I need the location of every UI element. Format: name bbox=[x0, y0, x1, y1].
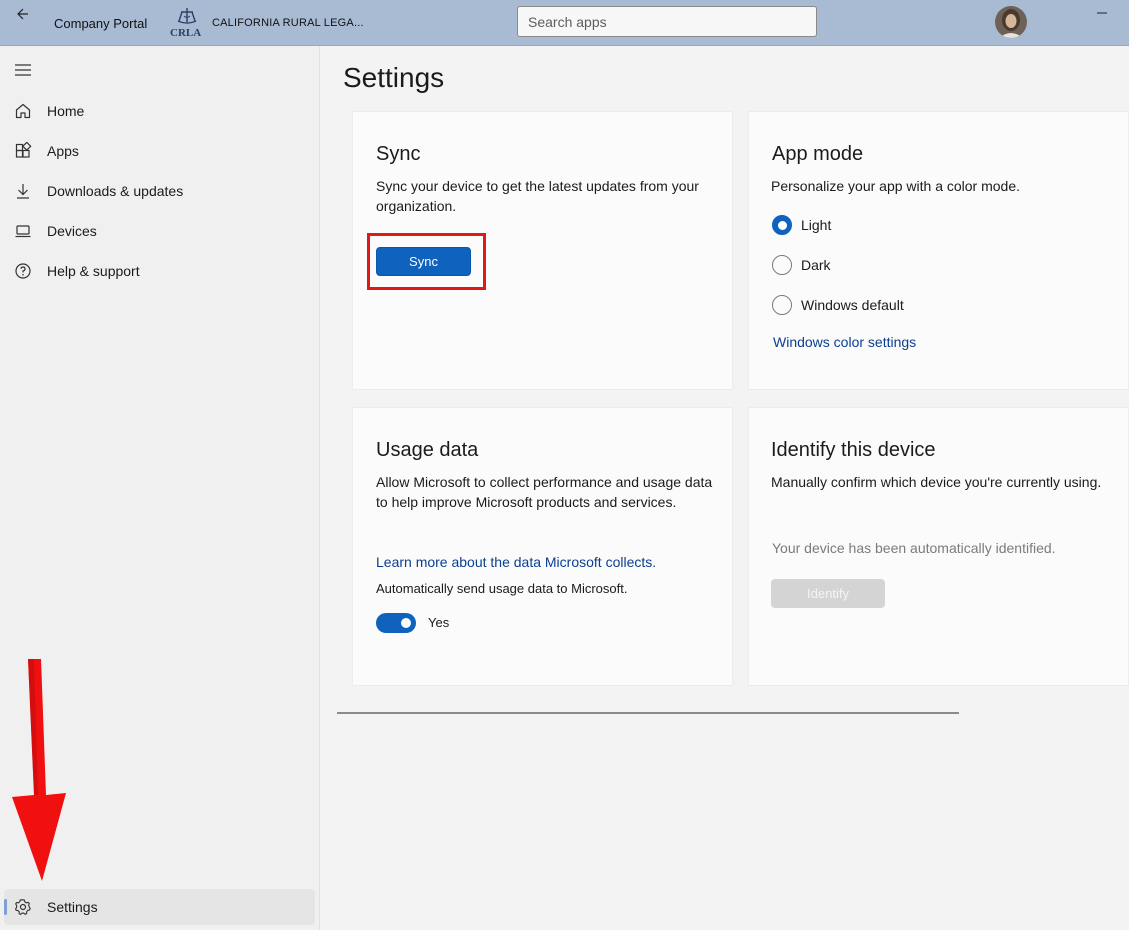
identify-device-card: Identify this device Manually confirm wh… bbox=[748, 407, 1129, 686]
learn-more-link[interactable]: Learn more about the data Microsoft coll… bbox=[376, 554, 656, 570]
radio-button[interactable] bbox=[772, 215, 792, 235]
help-icon bbox=[13, 261, 33, 281]
identify-card-description: Manually confirm which device you're cur… bbox=[771, 474, 1102, 490]
sidebar-item-downloads[interactable]: Downloads & updates bbox=[4, 173, 315, 209]
gear-icon bbox=[13, 897, 33, 917]
divider bbox=[337, 712, 959, 714]
sync-card-description: Sync your device to get the latest updat… bbox=[376, 178, 699, 214]
sidebar-item-apps[interactable]: Apps bbox=[4, 133, 315, 169]
radio-label: Dark bbox=[801, 257, 831, 273]
svg-text:CRLA: CRLA bbox=[170, 27, 201, 38]
sidebar-item-label: Devices bbox=[47, 223, 97, 239]
minimize-icon bbox=[1097, 12, 1107, 14]
minimize-button[interactable] bbox=[1092, 3, 1112, 23]
radio-button[interactable] bbox=[772, 295, 792, 315]
radio-label: Light bbox=[801, 217, 832, 233]
sidebar-item-devices[interactable]: Devices bbox=[4, 213, 315, 249]
annotation-arrow-icon bbox=[12, 659, 66, 881]
back-arrow-icon bbox=[17, 8, 28, 20]
sync-card-title: Sync bbox=[376, 143, 421, 165]
identify-card-title: Identify this device bbox=[771, 439, 936, 461]
sidebar-item-help[interactable]: Help & support bbox=[4, 253, 315, 289]
home-icon bbox=[13, 101, 33, 121]
back-button[interactable] bbox=[12, 5, 34, 23]
windows-color-settings-link[interactable]: Windows color settings bbox=[773, 334, 916, 350]
identify-status: Your device has been automatically ident… bbox=[772, 540, 1056, 556]
radio-button[interactable] bbox=[772, 255, 792, 275]
laptop-icon bbox=[13, 221, 33, 241]
sidebar-item-home[interactable]: Home bbox=[4, 93, 315, 129]
sidebar-item-label: Settings bbox=[47, 899, 98, 915]
avatar[interactable] bbox=[995, 6, 1027, 38]
app-title: Company Portal bbox=[54, 16, 148, 31]
hamburger-icon bbox=[15, 64, 31, 76]
auto-send-label: Automatically send usage data to Microso… bbox=[376, 581, 628, 596]
usage-data-card-title: Usage data bbox=[376, 439, 479, 461]
title-bar: Company Portal CRLA CALIFORNIA RURAL LEG… bbox=[0, 0, 1129, 46]
org-name: CALIFORNIA RURAL LEGA... bbox=[212, 17, 364, 29]
radio-label: Windows default bbox=[801, 297, 904, 313]
sidebar-item-label: Apps bbox=[47, 143, 79, 159]
apps-icon bbox=[13, 141, 33, 161]
toggle-label: Yes bbox=[428, 615, 450, 630]
page-title: Settings bbox=[343, 62, 445, 93]
sidebar-item-label: Help & support bbox=[47, 263, 140, 279]
usage-data-card-description: Allow Microsoft to collect performance a… bbox=[376, 474, 713, 510]
radio-windows-default[interactable]: Windows default bbox=[772, 295, 904, 315]
annotation-highlight-box bbox=[367, 233, 486, 290]
radio-light[interactable]: Light bbox=[772, 215, 831, 235]
usage-data-toggle[interactable] bbox=[376, 613, 416, 633]
identify-button[interactable]: Identify bbox=[771, 579, 885, 608]
sidebar-item-settings[interactable]: Settings bbox=[4, 889, 315, 925]
org-logo: CRLA bbox=[168, 6, 206, 39]
sidebar-item-label: Downloads & updates bbox=[47, 183, 184, 199]
download-icon bbox=[13, 181, 33, 201]
sidebar-item-label: Home bbox=[47, 103, 85, 119]
app-mode-card-title: App mode bbox=[772, 143, 864, 165]
menu-toggle-button[interactable] bbox=[12, 60, 34, 80]
radio-dark[interactable]: Dark bbox=[772, 255, 831, 275]
app-mode-card-description: Personalize your app with a color mode. bbox=[771, 178, 1021, 194]
search-input[interactable] bbox=[517, 6, 817, 37]
usage-data-card: Usage data Allow Microsoft to collect pe… bbox=[352, 407, 733, 686]
